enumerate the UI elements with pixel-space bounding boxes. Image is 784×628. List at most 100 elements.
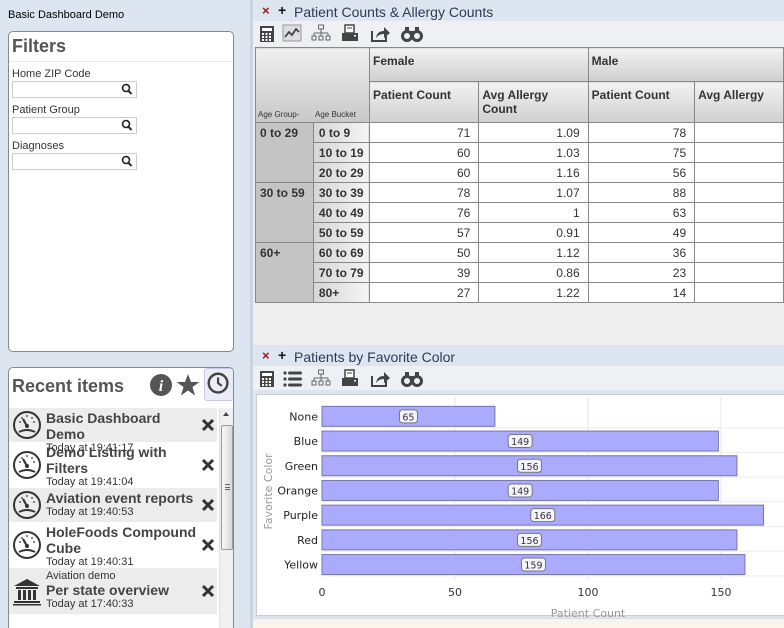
pivot-cell[interactable]: 71: [369, 122, 480, 143]
pivot-cell[interactable]: [694, 222, 784, 243]
diagnoses-input[interactable]: [13, 156, 118, 172]
pivot-cell[interactable]: [694, 202, 784, 223]
row-bucket-label[interactable]: 20 to 29: [312, 162, 371, 183]
print-button[interactable]: [339, 23, 361, 43]
star-icon[interactable]: [176, 373, 200, 397]
column-group-female[interactable]: Female: [369, 47, 589, 82]
pivot-cell[interactable]: 78: [587, 122, 696, 143]
pivot-cell[interactable]: 1: [478, 202, 589, 223]
hierarchy-button[interactable]: [310, 368, 332, 388]
recent-item-name[interactable]: Demo Listing with Filters: [46, 444, 198, 476]
pivot-cell[interactable]: 56: [587, 162, 696, 183]
pivot-cell[interactable]: 27: [369, 282, 480, 303]
binoculars-button[interactable]: [401, 368, 423, 388]
clock-tab[interactable]: [204, 368, 233, 401]
add-widget-icon[interactable]: +: [278, 2, 286, 18]
recent-item-name[interactable]: Basic Dashboard Demo: [46, 410, 198, 442]
pivot-cell[interactable]: 1.09: [478, 122, 589, 143]
search-icon[interactable]: [121, 119, 133, 132]
close-widget-icon[interactable]: ×: [262, 3, 270, 18]
measure-header[interactable]: Patient Count: [369, 81, 480, 123]
pivot-cell[interactable]: [694, 282, 784, 303]
recent-item[interactable]: Basic Dashboard Demo Today at 19:41:17: [9, 408, 217, 454]
recent-item-name[interactable]: HoleFoods Compound Cube: [46, 524, 198, 556]
pivot-cell[interactable]: 50: [369, 242, 480, 263]
remove-item-icon[interactable]: [201, 458, 215, 472]
search-icon[interactable]: [121, 83, 133, 96]
zip-code-filter[interactable]: [12, 81, 137, 100]
recent-item[interactable]: Demo Listing with Filters Today at 19:41:…: [9, 442, 217, 488]
patient-group-filter[interactable]: [12, 117, 137, 136]
pivot-cell[interactable]: [694, 162, 784, 183]
list-button[interactable]: [281, 368, 303, 388]
scroll-up-arrow[interactable]: [223, 412, 229, 416]
pivot-cell[interactable]: 57: [369, 222, 480, 243]
pivot-cell[interactable]: [694, 142, 784, 163]
pivot-cell[interactable]: 60: [369, 162, 480, 183]
row-bucket-label[interactable]: 0 to 9: [312, 122, 371, 143]
pivot-cell[interactable]: 1.16: [478, 162, 589, 183]
remove-item-icon[interactable]: [201, 584, 215, 598]
row-bucket-label[interactable]: 30 to 39: [312, 182, 371, 203]
hierarchy-button[interactable]: [310, 23, 332, 43]
close-widget-icon[interactable]: ×: [262, 348, 270, 363]
pivot-cell[interactable]: 1.03: [478, 142, 589, 163]
line-chart-button[interactable]: [281, 23, 303, 43]
recent-item[interactable]: Aviation demo Per state overview Today at …: [9, 568, 217, 614]
pivot-cell[interactable]: 1.22: [478, 282, 589, 303]
measure-header[interactable]: Patient Count: [587, 81, 696, 123]
remove-item-icon[interactable]: [201, 538, 215, 552]
calculator-button[interactable]: [256, 368, 278, 388]
pivot-cell[interactable]: [694, 122, 784, 143]
pivot-cell[interactable]: 78: [369, 182, 480, 203]
row-bucket-label[interactable]: 60 to 69: [312, 242, 371, 263]
measure-header[interactable]: Avg Allergy Count: [478, 81, 589, 123]
row-bucket-label[interactable]: 70 to 79: [312, 262, 371, 283]
recent-scrollbar[interactable]: [219, 408, 233, 628]
pivot-cell[interactable]: 1.12: [478, 242, 589, 263]
pivot-cell[interactable]: 60: [369, 142, 480, 163]
pivot-cell[interactable]: 23: [587, 262, 696, 283]
row-group-label[interactable]: 0 to 29: [255, 122, 314, 183]
recent-item[interactable]: Aviation event reports Today at 19:40:53: [9, 488, 217, 522]
export-button[interactable]: [369, 23, 391, 43]
recent-item-name[interactable]: Per state overview: [46, 582, 198, 598]
pivot-cell[interactable]: 76: [369, 202, 480, 223]
row-group-label[interactable]: 60+: [255, 242, 314, 303]
pivot-cell[interactable]: 1.07: [478, 182, 589, 203]
pivot-cell[interactable]: [694, 182, 784, 203]
row-group-label[interactable]: 30 to 59: [255, 182, 314, 243]
recent-item[interactable]: HoleFoods Compound Cube Today at 19:40:31: [9, 522, 217, 568]
search-icon[interactable]: [121, 155, 133, 168]
pivot-cell[interactable]: [694, 242, 784, 263]
measure-header[interactable]: Avg Allergy: [694, 81, 784, 123]
row-axis-label-age-group[interactable]: Age Group-: [258, 110, 315, 119]
row-bucket-label[interactable]: 50 to 59: [312, 222, 371, 243]
add-widget-icon[interactable]: +: [278, 347, 286, 363]
pivot-cell[interactable]: 88: [587, 182, 696, 203]
row-bucket-label[interactable]: 10 to 19: [312, 142, 371, 163]
recent-item-name[interactable]: Aviation event reports: [46, 490, 198, 506]
binoculars-button[interactable]: [401, 23, 423, 43]
pivot-cell[interactable]: 49: [587, 222, 696, 243]
remove-item-icon[interactable]: [201, 418, 215, 432]
zip-code-input[interactable]: [13, 84, 118, 100]
calculator-button[interactable]: [256, 23, 278, 43]
print-button[interactable]: [339, 368, 361, 388]
pivot-cell[interactable]: 14: [587, 282, 696, 303]
export-button[interactable]: [369, 368, 391, 388]
pivot-cell[interactable]: 75: [587, 142, 696, 163]
pivot-cell[interactable]: 36: [587, 242, 696, 263]
pivot-cell[interactable]: 0.91: [478, 222, 589, 243]
patient-group-input[interactable]: [13, 120, 118, 136]
column-group-male[interactable]: Male: [587, 47, 784, 82]
pivot-cell[interactable]: 0.86: [478, 262, 589, 283]
pivot-cell[interactable]: 39: [369, 262, 480, 283]
info-icon[interactable]: i: [149, 373, 173, 397]
row-axis-label-age-bucket[interactable]: Age Bucket: [315, 110, 356, 119]
row-bucket-label[interactable]: 40 to 49: [312, 202, 371, 223]
row-bucket-label[interactable]: 80+: [312, 282, 371, 303]
scroll-thumb[interactable]: [221, 425, 233, 550]
pivot-cell[interactable]: [694, 262, 784, 283]
pivot-cell[interactable]: 63: [587, 202, 696, 223]
